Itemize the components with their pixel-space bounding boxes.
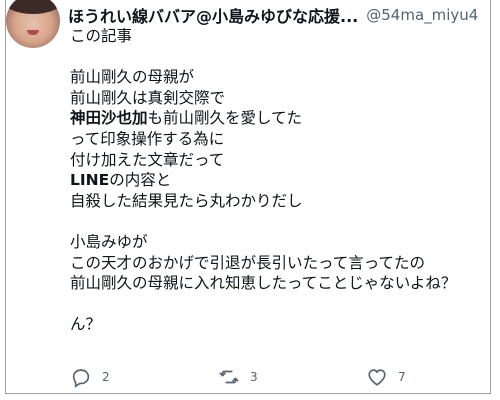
text-line: 前山剛久は真剣交際で <box>70 88 480 109</box>
reply-icon <box>72 369 90 388</box>
text-segment: ん？ <box>70 315 102 334</box>
user-handle[interactable]: @54ma_miyu4... <box>366 6 480 24</box>
avatar[interactable] <box>6 0 60 48</box>
text-line: 自殺した結果見たら丸わかりだし <box>70 191 480 212</box>
avatar-mouth <box>27 30 39 35</box>
retweet-count: 3 <box>250 370 258 384</box>
tweet-card[interactable]: ほうれい線ババア@小島みゆびな応援... @54ma_miyu4... この記事… <box>5 0 491 394</box>
display-name[interactable]: ほうれい線ババア@小島みゆびな応援... <box>68 3 358 27</box>
avatar-hair <box>6 0 60 14</box>
like-button[interactable]: 7 <box>366 366 406 388</box>
text-segment: って印象操作する為に <box>70 129 225 148</box>
text-segment: 付け加えた文章だって <box>70 150 225 169</box>
text-segment: 前山剛久の母親が <box>70 68 195 87</box>
text-segment: 自殺した結果見たら丸わかりだし <box>70 191 303 210</box>
text-line: って印象操作する為に <box>70 129 480 150</box>
text-segment: この天才のおかげで引退が長引いたって言ってたの <box>70 253 425 272</box>
retweet-button[interactable]: 3 <box>218 366 258 388</box>
retweet-icon <box>219 370 239 384</box>
text-segment: 小島みゆが <box>70 232 148 251</box>
heart-icon <box>368 369 386 386</box>
text-line: ん？ <box>70 314 480 335</box>
reply-count: 2 <box>102 370 110 384</box>
text-line: 神田沙也加も前山剛久を愛してた <box>70 108 480 129</box>
text-line: LINEの内容と <box>70 170 480 191</box>
text-line: 前山剛久の母親が <box>70 67 480 88</box>
text-line: この天才のおかげで引退が長引いたって言ってたの <box>70 253 480 274</box>
text-line: 前山剛久の母親に入れ知恵したってことじゃないよね？ <box>70 273 480 294</box>
text-line: 付け加えた文章だって <box>70 150 480 171</box>
text-segment: の内容と <box>109 171 172 190</box>
text-segment: 前山剛久は真剣交際で <box>70 88 226 107</box>
tweet-actions: 2 3 7 <box>66 366 466 390</box>
text-line: 小島みゆが <box>70 232 480 253</box>
text-segment: 前山剛久の母親に入れ知恵したってことじゃないよね？ <box>70 274 457 293</box>
tweet-text: この記事前山剛久の母親が 前山剛久は真剣交際で 神田沙也加も前山剛久を愛してた って印… <box>70 26 480 335</box>
hashtag-text[interactable]: LINE <box>70 171 109 189</box>
text-segment: も前山剛久を愛してた <box>147 109 303 128</box>
reply-button[interactable]: 2 <box>70 366 110 388</box>
tweet-header: ほうれい線ババア@小島みゆびな応援... @54ma_miyu4... <box>68 2 480 28</box>
text-segment: この記事 <box>70 27 133 45</box>
hashtag-text[interactable]: 神田沙也加 <box>70 109 148 127</box>
like-count: 7 <box>398 370 406 384</box>
text-line: この記事 <box>70 26 480 47</box>
